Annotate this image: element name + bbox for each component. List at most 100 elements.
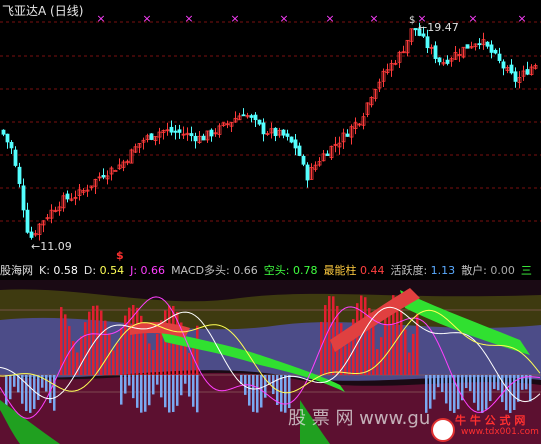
candle-body bbox=[489, 44, 494, 53]
activity-bar bbox=[485, 375, 488, 410]
candle-body bbox=[189, 133, 194, 137]
energy-bar bbox=[332, 296, 335, 375]
indicator-item: MACD多头: 0.66 bbox=[171, 264, 258, 277]
candle-body bbox=[257, 119, 262, 125]
candle-body bbox=[101, 174, 106, 178]
indicator-item: 三 bbox=[521, 264, 532, 277]
indicator-item: J: 0.66 bbox=[130, 264, 165, 277]
candle-body bbox=[193, 135, 198, 142]
indicator-item-label: 散户: bbox=[461, 264, 487, 277]
energy-bar bbox=[148, 343, 151, 375]
energy-bar bbox=[380, 337, 383, 375]
top-signal-mark: × bbox=[142, 12, 151, 25]
activity-bar bbox=[188, 375, 191, 397]
activity-bar bbox=[184, 375, 187, 384]
indicator-item-label: D: bbox=[83, 264, 97, 277]
indicator-item-value: 0.66 bbox=[137, 264, 166, 277]
candle-body bbox=[21, 185, 26, 211]
high-price-label: ←19.47 bbox=[418, 21, 459, 34]
candle-body bbox=[493, 49, 498, 54]
candle-body bbox=[437, 57, 442, 63]
activity-bar bbox=[45, 375, 48, 392]
activity-bar bbox=[433, 375, 436, 400]
candle-body bbox=[17, 166, 22, 184]
candle-body bbox=[209, 129, 214, 137]
indicator-item: D: 0.54 bbox=[84, 264, 124, 277]
candle-body bbox=[113, 170, 118, 172]
indicator-item-value: 0.00 bbox=[486, 264, 515, 277]
activity-bar bbox=[493, 375, 496, 389]
activity-bar bbox=[37, 375, 40, 400]
indicator-item-label: 最能柱 bbox=[323, 264, 357, 277]
energy-bar bbox=[404, 329, 407, 375]
indicator-item-value: 三 bbox=[520, 264, 532, 277]
indicator-value-bar: 股海网 K: 0.58 D: 0.54 J: 0.66 MACD多头: 0.66 空头: … bbox=[0, 262, 541, 280]
activity-bar bbox=[473, 375, 476, 403]
candle-body bbox=[241, 114, 246, 117]
low-price-label: ←11.09 bbox=[31, 240, 72, 253]
candle-body bbox=[297, 145, 302, 156]
candle-body bbox=[325, 153, 330, 156]
candle-body bbox=[169, 126, 174, 133]
chart-title: 飞亚达A (日线) bbox=[2, 2, 83, 19]
candle-body bbox=[293, 139, 298, 149]
activity-bar bbox=[445, 375, 448, 404]
indicator-item-label: 空头: bbox=[263, 264, 290, 277]
activity-bar bbox=[280, 375, 283, 412]
indicator-item-value: 0.66 bbox=[229, 264, 258, 277]
candle-body bbox=[25, 209, 30, 233]
candle-body bbox=[9, 141, 14, 149]
energy-bar bbox=[376, 349, 379, 375]
indicator-item-label: 活跃度: bbox=[390, 264, 428, 277]
candle-body bbox=[65, 193, 70, 200]
activity-bar bbox=[172, 375, 175, 412]
activity-bar bbox=[441, 375, 444, 393]
activity-bar bbox=[128, 375, 131, 386]
candle-body bbox=[289, 136, 294, 143]
candle-body bbox=[285, 133, 290, 137]
energy-bar bbox=[64, 314, 67, 375]
energy-bar bbox=[136, 307, 139, 375]
activity-bar bbox=[481, 375, 484, 413]
candle-body bbox=[525, 69, 530, 75]
activity-bar bbox=[477, 375, 480, 411]
candle-body bbox=[249, 115, 254, 118]
activity-bar bbox=[41, 375, 44, 388]
indicator-item: 散户: 0.00 bbox=[461, 264, 515, 277]
activity-bar bbox=[152, 375, 155, 395]
energy-bar bbox=[144, 328, 147, 375]
activity-bar bbox=[196, 375, 199, 413]
energy-bar bbox=[188, 352, 191, 375]
top-signal-mark: × bbox=[279, 12, 288, 25]
activity-bar bbox=[5, 375, 8, 409]
activity-bar bbox=[144, 375, 147, 412]
price-chart-panel[interactable]: × × × × × × × × × × ←19.47 $ ←11.09 $ 飞亚达A (日线) bbox=[0, 0, 541, 262]
activity-bar bbox=[13, 375, 16, 387]
activity-bar bbox=[156, 375, 159, 385]
activity-bar bbox=[248, 375, 251, 406]
candle-body bbox=[13, 149, 18, 166]
activity-bar bbox=[180, 375, 183, 396]
candle-body bbox=[509, 64, 514, 74]
activity-bar bbox=[160, 375, 163, 398]
activity-bar bbox=[457, 375, 460, 410]
candlestick-chart[interactable]: × × × × × × × × × ×←19.47$←11.09$ bbox=[0, 0, 541, 262]
energy-bar bbox=[328, 296, 331, 375]
candle-body bbox=[421, 33, 426, 37]
activity-bar bbox=[465, 375, 468, 389]
energy-bar bbox=[340, 323, 343, 375]
indicator-item-value: 0.58 bbox=[49, 264, 78, 277]
energy-bar bbox=[80, 336, 83, 375]
activity-bar bbox=[437, 375, 440, 388]
activity-bar bbox=[140, 375, 143, 413]
energy-bar bbox=[84, 322, 87, 375]
indicator-item-value: 0.54 bbox=[96, 264, 125, 277]
energy-bar bbox=[408, 352, 411, 375]
activity-bar bbox=[256, 375, 259, 413]
activity-bar bbox=[272, 375, 275, 395]
candle-body bbox=[465, 44, 470, 49]
activity-bar bbox=[120, 375, 123, 405]
energy-bar bbox=[96, 305, 99, 375]
top-signal-mark: × bbox=[468, 12, 477, 25]
activity-bar bbox=[132, 375, 135, 399]
